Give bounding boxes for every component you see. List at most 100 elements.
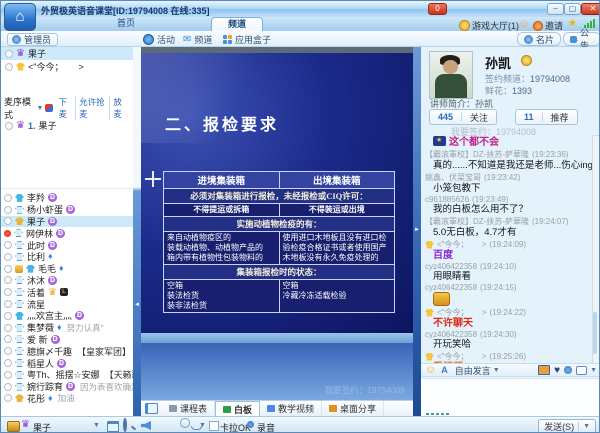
- karaoke-checkbox[interactable]: [209, 421, 219, 431]
- font-style-icon[interactable]: A: [441, 365, 448, 375]
- dice-icon[interactable]: [45, 104, 53, 112]
- recommend-button[interactable]: 11 推荐: [515, 109, 578, 125]
- radio-icon: [5, 63, 13, 71]
- follow-button[interactable]: 445 关注: [429, 109, 497, 125]
- collapse-panel-icon[interactable]: [145, 403, 158, 414]
- list-item[interactable]: 稻星人D: [1, 357, 133, 369]
- chevron-down-icon[interactable]: ▼: [93, 422, 100, 429]
- new-window-icon[interactable]: [107, 421, 119, 432]
- admin-button[interactable]: 管理员: [7, 33, 58, 46]
- list-item[interactable]: 活着♛L: [1, 286, 133, 298]
- chat-scrollbar[interactable]: [592, 135, 600, 365]
- list-item[interactable]: 花彤♦加油: [1, 393, 133, 405]
- mic-queue-row[interactable]: ♛ 1. 果子: [1, 119, 133, 132]
- board-tab-item[interactable]: 教学视频: [260, 401, 322, 416]
- mic-link[interactable]: 下麦: [55, 96, 75, 120]
- maximize-button[interactable]: ▢: [564, 3, 581, 15]
- channel-owner-row[interactable]: ♛ 果子: [1, 47, 133, 60]
- name-card-button[interactable]: 名片: [517, 32, 561, 46]
- list-item[interactable]: 婉行踪育D因为表喜欢确定无疑: [1, 381, 133, 393]
- tab-channel[interactable]: 频道: [211, 17, 263, 31]
- tab-home[interactable]: 首页: [101, 17, 151, 30]
- chevron-down-icon[interactable]: ▼: [583, 423, 590, 430]
- home-icon[interactable]: ⌂: [4, 3, 36, 31]
- activity-button[interactable]: 活动: [143, 33, 175, 46]
- list-item[interactable]: 此时D: [1, 239, 133, 251]
- vip-user-row[interactable]: <"今今； >: [1, 60, 133, 73]
- slide-table-row: 不得提运或拆箱不得装运或出境: [164, 204, 395, 217]
- heart-icon[interactable]: ♥: [554, 366, 560, 375]
- chat-window-dropdown[interactable]: ▼: [576, 366, 597, 375]
- message-input[interactable]: [421, 378, 600, 416]
- appbox-button[interactable]: 应用盒子: [223, 33, 271, 46]
- emoji-picker-icon[interactable]: ☺: [425, 365, 436, 375]
- message-counter-badge[interactable]: 0: [428, 3, 447, 15]
- message-author: <"今今； >(19:24:09): [425, 239, 595, 250]
- list-item[interactable]: 沐沐D: [1, 275, 133, 287]
- collapse-right-icon[interactable]: ►: [414, 227, 420, 233]
- list-item[interactable]: 杨小虾蛋D: [1, 204, 133, 216]
- list-item[interactable]: 比利♦: [1, 251, 133, 263]
- resize-grip[interactable]: [426, 413, 449, 415]
- current-user-name[interactable]: 果子: [33, 421, 51, 433]
- help-icon[interactable]: [564, 366, 572, 374]
- list-item[interactable]: 粤Th、摇摆☆安娜【天籁歌手】: [1, 369, 133, 381]
- shirt-icon: [15, 394, 24, 402]
- chevron-down-icon[interactable]: ▼: [37, 105, 44, 112]
- list-item[interactable]: 集梦薇♦努力认真”: [1, 322, 133, 334]
- notice-button[interactable]: 公告: [563, 32, 600, 46]
- message-text: 真的......不知道是我还是老师...伤心ing: [425, 160, 595, 171]
- search-icon[interactable]: [123, 418, 127, 432]
- author-name: 姚鑫、伏菜宝哥: [425, 172, 481, 183]
- shirt-icon: [15, 312, 24, 320]
- send-button[interactable]: 发送(S) ▼: [538, 419, 596, 433]
- medal-icon: [521, 55, 532, 66]
- chat-message: <"今今； >(19:25:26)看视频: [425, 351, 595, 363]
- shirt-icon: [15, 241, 24, 249]
- favorite-star-icon[interactable]: ★: [568, 19, 577, 29]
- board-tab-item[interactable]: 桌面分享: [322, 401, 384, 416]
- slide-cell: 不得装运或出境: [279, 204, 395, 217]
- shirt-icon: [15, 194, 24, 202]
- user-name: 流星: [27, 298, 45, 310]
- record-label[interactable]: 录音: [257, 421, 275, 433]
- mic-link[interactable]: 允许抢麦: [75, 96, 109, 120]
- collapse-left-icon[interactable]: ◄: [134, 302, 140, 308]
- message-time: (19:24:09): [490, 240, 526, 249]
- list-item[interactable]: 流星: [1, 298, 133, 310]
- scrollbar-thumb[interactable]: [593, 312, 597, 354]
- message-text-content: 开玩笑哈: [433, 339, 471, 350]
- list-item[interactable]: 灬欢宫主灬D: [1, 310, 133, 322]
- sidebar-splitter[interactable]: ◄: [133, 47, 141, 416]
- video-icon[interactable]: [538, 365, 550, 375]
- mic-mode-label[interactable]: 麦序模式: [4, 95, 35, 121]
- slider-thumb[interactable]: [180, 418, 190, 428]
- status-bar: ♛ 果子 ▼ ▼ 卡拉OK 录音 发送(S) ▼: [1, 416, 600, 433]
- close-button[interactable]: ✕: [581, 3, 600, 15]
- mic-link[interactable]: 放麦: [109, 96, 130, 120]
- board-tab-active[interactable]: 白板: [215, 401, 260, 417]
- crown-icon: ♛: [21, 420, 30, 429]
- list-item[interactable]: 李羚D: [1, 192, 133, 204]
- list-item[interactable]: 毛毛♦: [1, 263, 133, 275]
- list-item[interactable]: 果子D: [1, 216, 133, 228]
- record-icon[interactable]: [247, 421, 254, 428]
- right-splitter[interactable]: ►: [413, 47, 421, 416]
- minimize-button[interactable]: –: [547, 3, 564, 15]
- d-badge-icon: D: [57, 359, 66, 368]
- board-tab-item[interactable]: 课程表: [162, 401, 215, 416]
- list-item[interactable]: 网伊林D: [1, 227, 133, 239]
- emotion-icon[interactable]: ☺: [518, 19, 529, 29]
- list-item[interactable]: 臆旗〆千趣【皇家军团】♦: [1, 345, 133, 357]
- chevron-down-icon[interactable]: ▼: [199, 422, 206, 429]
- radio-icon: [4, 265, 12, 273]
- chat-message: 【霸滚軍校】DZ-扶苏-萨華隆(19:23:36)真的......不知道是我还是…: [425, 149, 595, 171]
- slide-table-header: 进境集装箱: [164, 172, 280, 189]
- speaker-icon[interactable]: [141, 421, 151, 430]
- channel-button[interactable]: ✉ 频道: [183, 33, 212, 46]
- message-author: 【霸滚軍校】DZ-扶苏-萨華隆(19:23:36): [425, 149, 595, 160]
- list-item[interactable]: 爱 新D: [1, 334, 133, 346]
- treasure-chest-icon[interactable]: [7, 421, 20, 432]
- speak-mode-dropdown[interactable]: 自由发言 ▼: [455, 364, 500, 377]
- message-text-content: 这个都不会: [449, 137, 499, 148]
